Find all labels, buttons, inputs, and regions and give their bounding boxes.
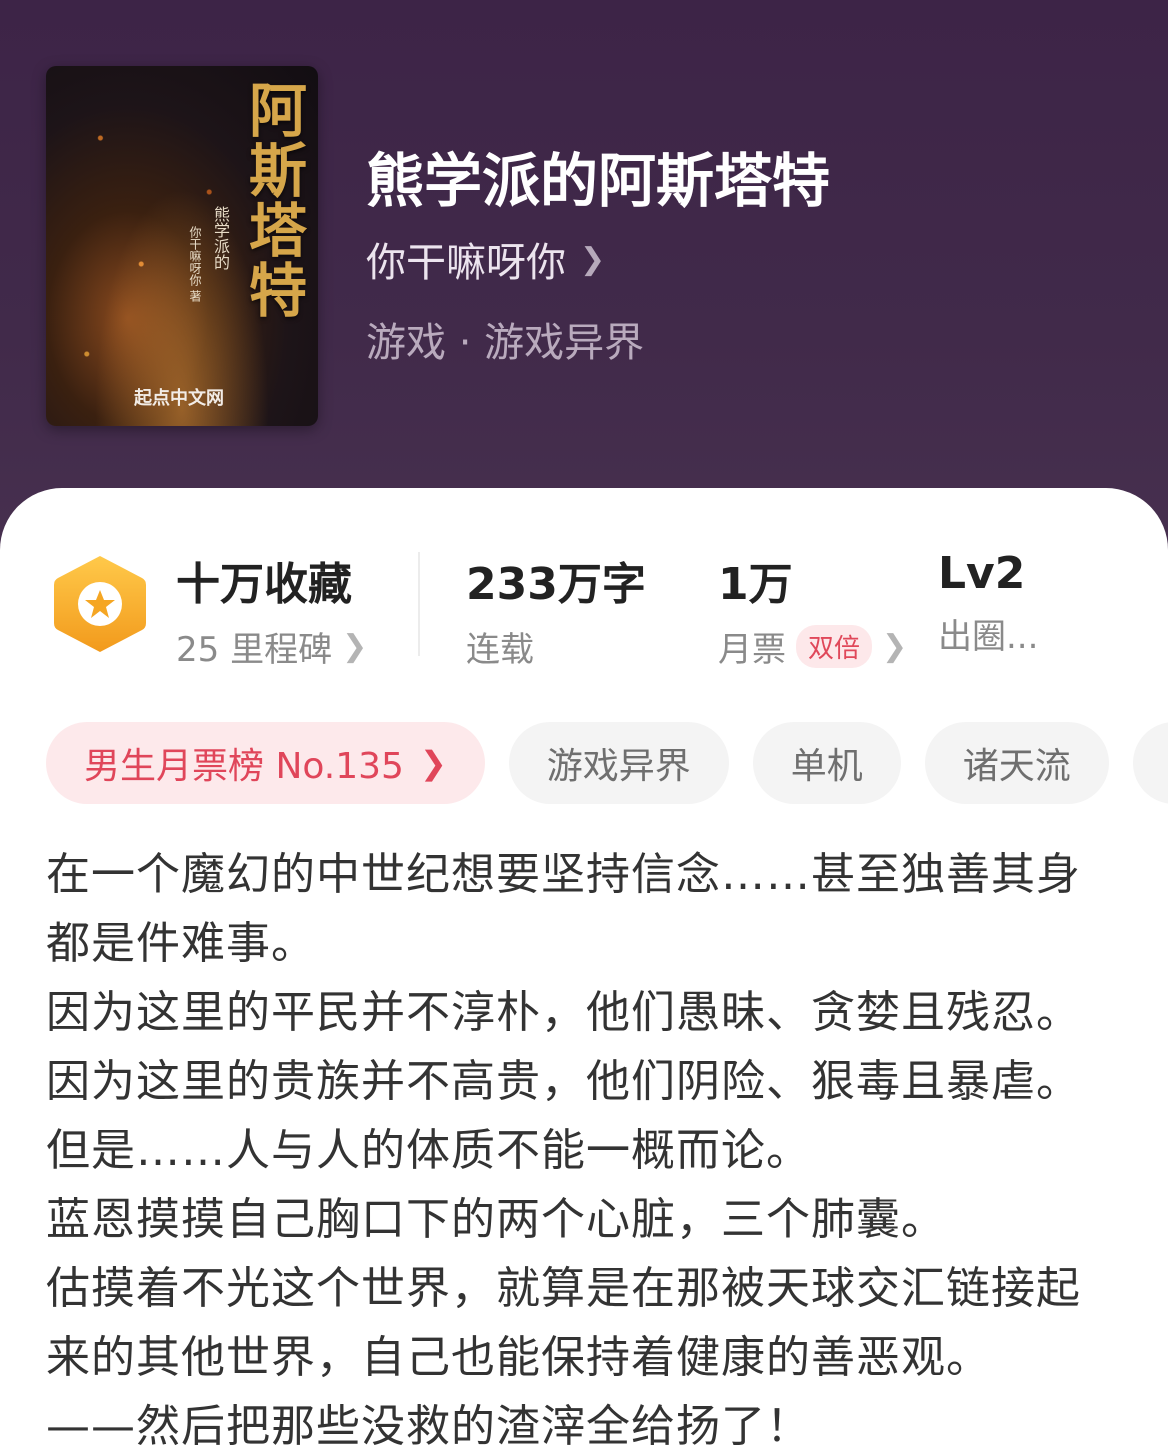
chip-more[interactable]: …	[1132, 722, 1168, 804]
book-category: 游戏 · 游戏异界	[366, 320, 645, 366]
chip-game-world[interactable]: 游戏异界	[508, 722, 729, 804]
stat-tickets-label: 月票	[718, 630, 786, 670]
tag-chips: 男生月票榜 No.135 ❯ 游戏异界 单机 诸天流 …	[46, 722, 1168, 804]
stat-level[interactable]: Lv2 出圈...	[938, 548, 1038, 658]
stat-level-value: Lv2	[938, 548, 1026, 599]
chevron-right-icon: ❯	[342, 629, 368, 664]
chip-rank[interactable]: 男生月票榜 No.135 ❯	[46, 722, 485, 804]
cover-author: 你干嘛呀你 著	[188, 226, 202, 302]
stat-words-value: 233万字	[466, 559, 646, 610]
intro-line: 来的其他世界，自己也能保持着健康的善恶观。	[46, 1332, 991, 1383]
stat-collection-label: 25 里程碑	[176, 630, 333, 670]
book-intro[interactable]: 在一个魔幻的中世纪想要坚持信念……甚至独善其身 都是件难事。 因为这里的平民并不…	[46, 840, 1126, 1456]
star-hexagon-icon[interactable]	[52, 552, 148, 656]
intro-line: 因为这里的贵族并不高贵，他们阴险、狠毒且暴虐。	[46, 1056, 1081, 1107]
stat-level-label: 出圈...	[938, 617, 1039, 657]
double-badge: 双倍	[796, 625, 873, 668]
stat-tickets[interactable]: 1万 月票 双倍 ❯	[718, 548, 907, 671]
stat-words: 233万字 连载	[466, 548, 646, 671]
stat-divider	[418, 552, 420, 656]
chevron-right-icon: ❯	[580, 241, 606, 277]
stat-collection-value: 十万收藏	[176, 559, 352, 610]
intro-line: ——然后把那些没救的渣滓全给扬了！	[46, 1401, 811, 1452]
chip-single-player[interactable]: 单机	[752, 722, 901, 804]
cover-subtitle: 熊学派的	[211, 206, 230, 270]
stat-words-label: 连载	[466, 630, 534, 670]
intro-line: 因为这里的平民并不淳朴，他们愚昧、贪婪且残忍。	[46, 987, 1081, 1038]
book-title: 熊学派的阿斯塔特	[366, 147, 831, 215]
chevron-right-icon: ❯	[882, 629, 908, 664]
chevron-right-icon: ❯	[419, 744, 447, 782]
cover-publisher-logo: 起点中文网	[134, 388, 224, 409]
cover-title: 阿斯塔特	[239, 80, 307, 320]
book-cover[interactable]: 阿斯塔特 熊学派的 你干嘛呀你 著 起点中文网	[46, 66, 318, 426]
stat-collection[interactable]: 十万收藏 25 里程碑 ❯	[176, 548, 367, 671]
chip-rank-label: 男生月票榜 No.135	[84, 746, 404, 787]
intro-line: 在一个魔幻的中世纪想要坚持信念……甚至独善其身	[46, 849, 1081, 900]
intro-line: 都是件难事。	[46, 918, 316, 969]
chip-multiverse[interactable]: 诸天流	[924, 722, 1109, 804]
stat-tickets-value: 1万	[718, 559, 793, 610]
author-name: 你干嘛呀你	[366, 240, 566, 286]
author-link[interactable]: 你干嘛呀你 ❯	[366, 230, 605, 288]
intro-line: 估摸着不光这个世界，就算是在那被天球交汇链接起	[46, 1263, 1081, 1314]
intro-line: 但是……人与人的体质不能一概而论。	[46, 1125, 811, 1176]
intro-line: 蓝恩摸摸自己胸口下的两个心脏，三个肺囊。	[46, 1194, 946, 1245]
